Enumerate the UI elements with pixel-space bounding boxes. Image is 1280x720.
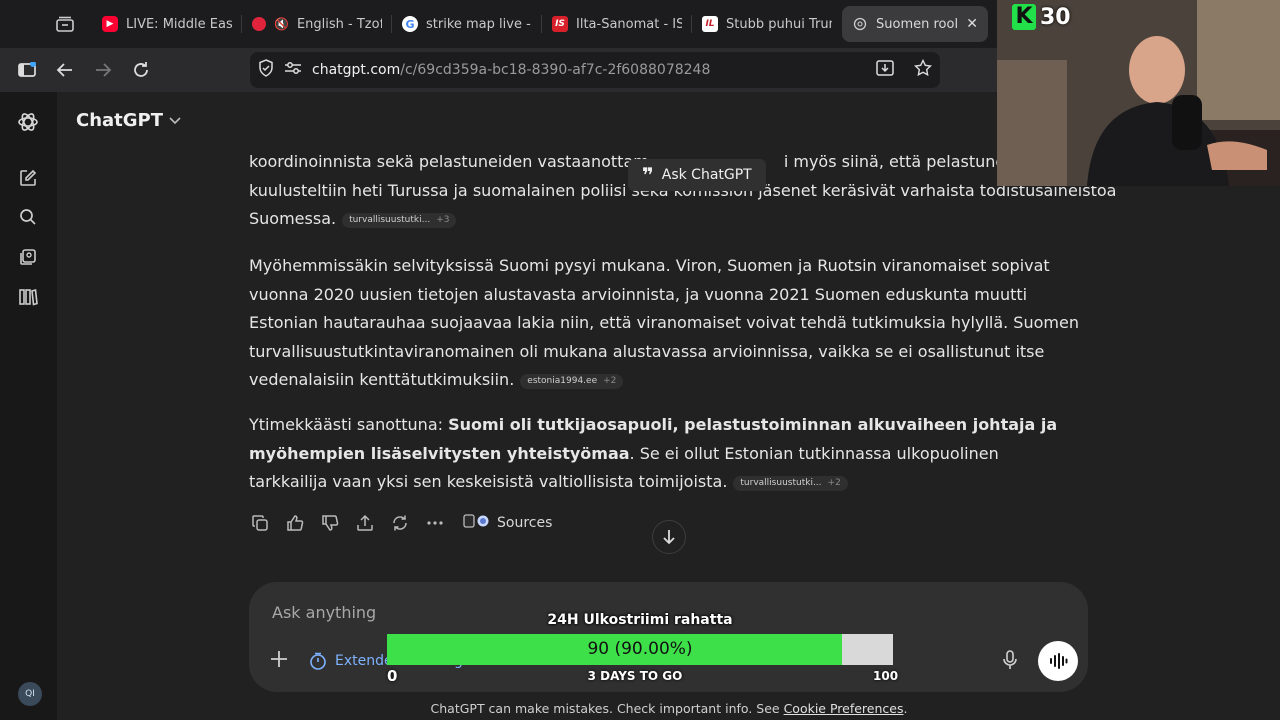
sources-button[interactable]: Sources bbox=[463, 514, 552, 532]
model-selector[interactable]: ChatGPT bbox=[76, 110, 181, 131]
citation-chip[interactable]: estonia1994.ee +2 bbox=[520, 374, 624, 389]
youtube-icon: ▶ bbox=[102, 16, 118, 32]
back-icon[interactable] bbox=[46, 51, 84, 89]
tab-live-middle-east[interactable]: ▶ LIVE: Middle East bbox=[92, 6, 242, 42]
ask-chatgpt-tooltip[interactable]: ❞ Ask ChatGPT bbox=[628, 159, 766, 191]
site-settings-icon[interactable] bbox=[284, 61, 302, 79]
voice-mode-button[interactable] bbox=[1038, 641, 1078, 681]
chatgpt-sidebar bbox=[0, 92, 57, 720]
disclaimer-text: ChatGPT can make mistakes. Check importa… bbox=[430, 701, 784, 716]
tab-label: Ilta-Sanomat - IS bbox=[576, 16, 682, 32]
citation-chip[interactable]: turvallisuustutki... +2 bbox=[733, 476, 848, 491]
disclaimer-footer: ChatGPT can make mistakes. Check importa… bbox=[430, 701, 908, 716]
message-paragraph-3: Ytimekkäästi sanottuna: Suomi oli tutkij… bbox=[249, 411, 1079, 497]
quote-icon: ❞ bbox=[642, 163, 654, 187]
thumbs-down-icon[interactable] bbox=[319, 509, 341, 537]
arrow-down-icon bbox=[663, 530, 675, 545]
shield-icon[interactable] bbox=[258, 59, 274, 81]
p2-text: Myöhemmissäkin selvityksissä Suomi pysyi… bbox=[249, 256, 1079, 389]
reload-icon[interactable] bbox=[122, 51, 160, 89]
regenerate-icon[interactable] bbox=[389, 509, 411, 537]
microphone-icon[interactable] bbox=[1001, 650, 1023, 672]
sources-label: Sources bbox=[497, 515, 553, 531]
library-icon[interactable] bbox=[14, 283, 42, 311]
copy-icon[interactable] bbox=[249, 509, 271, 537]
thumbs-up-icon[interactable] bbox=[284, 509, 306, 537]
il-logo-icon: IL bbox=[702, 16, 718, 32]
close-tab-icon[interactable]: ✕ bbox=[966, 16, 978, 32]
timer-icon bbox=[310, 652, 326, 670]
citation-chip[interactable]: turvallisuustutki... +3 bbox=[342, 213, 457, 228]
url-host: chatgpt.com bbox=[312, 62, 401, 78]
tab-suomen-rooli[interactable]: Suomen rooli E ✕ bbox=[842, 6, 988, 42]
search-icon[interactable] bbox=[14, 203, 42, 231]
tab-strike-map[interactable]: G strike map live - G bbox=[392, 6, 542, 42]
goal-title: 24H Ulkostriimi rahatta bbox=[547, 612, 733, 628]
url-path: /c/69cd359a-bc18-8390-af7c-2f6088078248 bbox=[400, 62, 711, 78]
images-icon[interactable] bbox=[14, 243, 42, 271]
p1-text-a: koordinoinnista sekä pelastuneiden vasta… bbox=[249, 152, 649, 171]
tooltip-label: Ask ChatGPT bbox=[661, 167, 752, 183]
tab-label: English - Tzof bbox=[296, 16, 382, 32]
tab-ilta-sanomat[interactable]: IS Ilta-Sanomat - IS bbox=[542, 6, 692, 42]
openai-logo-icon[interactable] bbox=[14, 108, 42, 136]
tab-groups-icon[interactable] bbox=[46, 5, 84, 43]
waveform-icon bbox=[1050, 653, 1068, 669]
chatgpt-icon bbox=[852, 16, 868, 32]
tab-label: Stubb puhui Trum bbox=[726, 16, 832, 32]
tab-stubb[interactable]: IL Stubb puhui Trum bbox=[692, 6, 842, 42]
kick-logo-icon: K bbox=[1012, 4, 1036, 30]
goal-progress-value: 90 (90.00%) bbox=[587, 639, 693, 659]
tab-english[interactable]: 🔇 English - Tzof bbox=[242, 6, 392, 42]
speaker-muted-icon[interactable]: 🔇 bbox=[274, 17, 289, 31]
share-icon[interactable] bbox=[354, 509, 376, 537]
tab-label: strike map live - G bbox=[426, 16, 532, 32]
tab-label: Suomen rooli E bbox=[876, 16, 959, 32]
prompt-input[interactable]: Ask anything bbox=[272, 603, 376, 622]
app-name: ChatGPT bbox=[76, 110, 164, 131]
p1-text-b: i myös siinä, että pelastuneita bbox=[783, 152, 1026, 171]
sources-favicons-icon bbox=[463, 514, 489, 532]
scroll-to-bottom-button[interactable] bbox=[652, 520, 686, 554]
message-paragraph-2: Myöhemmissäkin selvityksissä Suomi pysyi… bbox=[249, 252, 1079, 395]
chevron-down-icon bbox=[169, 116, 181, 124]
google-icon: G bbox=[402, 16, 418, 32]
bookmark-star-icon[interactable] bbox=[913, 58, 933, 81]
address-bar[interactable]: chatgpt.com/c/69cd359a-bc18-8390-af7c-2f… bbox=[250, 52, 940, 88]
more-options-icon[interactable] bbox=[424, 509, 446, 537]
sidebar-toggle-icon[interactable] bbox=[8, 51, 46, 89]
cookie-preferences-link[interactable]: Cookie Preferences bbox=[784, 701, 904, 716]
tab-label: LIVE: Middle East bbox=[126, 16, 232, 32]
browser-toolbar: chatgpt.com/c/69cd359a-bc18-8390-af7c-2f… bbox=[0, 48, 1000, 92]
forward-icon[interactable] bbox=[84, 51, 122, 89]
new-chat-icon[interactable] bbox=[14, 164, 42, 192]
goal-progress-bar: 90 (90.00%) bbox=[387, 634, 893, 665]
message-actions: Sources bbox=[249, 509, 552, 537]
url-text[interactable]: chatgpt.com/c/69cd359a-bc18-8390-af7c-2f… bbox=[312, 62, 710, 78]
viewer-count: 30 bbox=[1040, 4, 1071, 30]
audio-muted-icon bbox=[252, 17, 266, 31]
p3-lead: Ytimekkäästi sanottuna: bbox=[249, 415, 449, 434]
p1-text-d: Suomessa. bbox=[249, 209, 337, 228]
add-attachment-icon[interactable] bbox=[269, 649, 291, 671]
kick-viewer-badge: K 30 bbox=[1012, 4, 1071, 30]
goal-days-left: 3 DAYS TO GO bbox=[587, 669, 683, 683]
install-app-icon[interactable] bbox=[876, 59, 894, 81]
is-logo-icon: IS bbox=[552, 16, 568, 32]
goal-max-label: 100 bbox=[873, 669, 899, 683]
